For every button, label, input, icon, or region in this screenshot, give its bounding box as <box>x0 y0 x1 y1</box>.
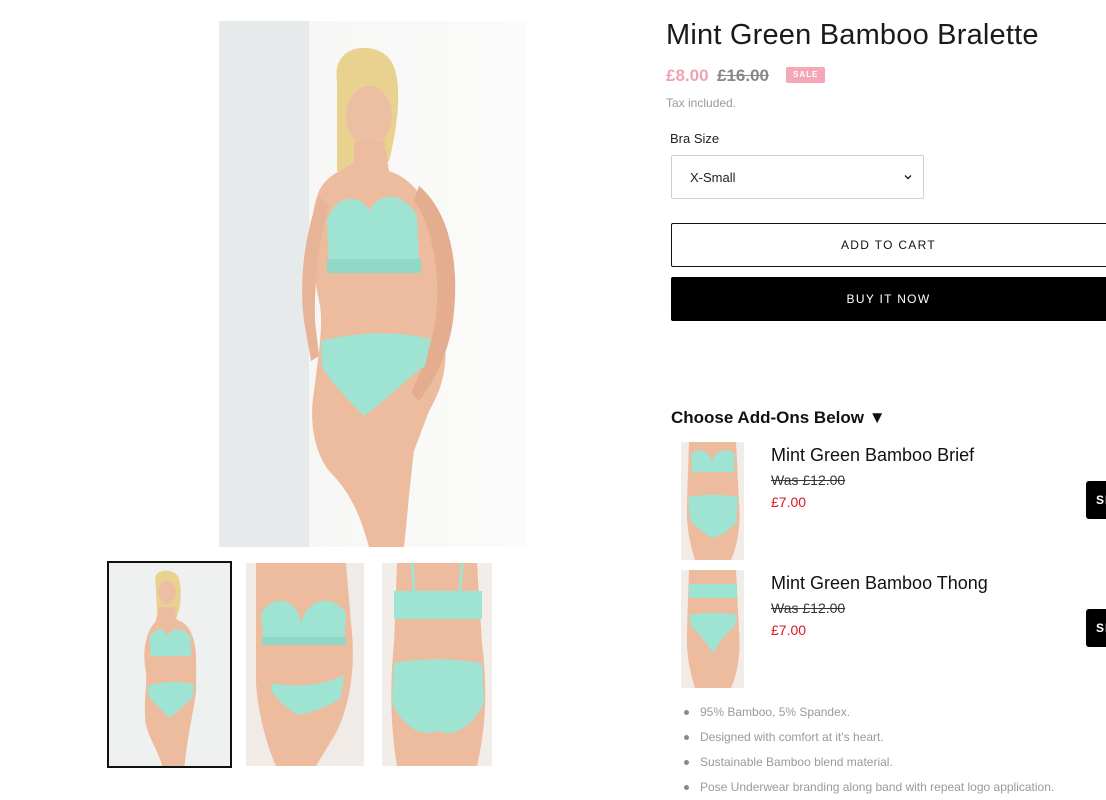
bra-size-select[interactable]: X-Small <box>671 155 924 199</box>
feature-item: Sustainable Bamboo blend material. <box>683 754 1054 779</box>
addon-name[interactable]: Mint Green Bamboo Thong <box>771 573 988 594</box>
addon-name[interactable]: Mint Green Bamboo Brief <box>771 445 974 466</box>
addon-was-price: Was £12.00 <box>771 600 846 616</box>
buy-it-now-button[interactable]: BUY IT NOW <box>671 277 1106 321</box>
sale-price: £8.00 <box>666 66 709 85</box>
main-product-image[interactable] <box>219 21 527 547</box>
feature-item: 95% Bamboo, 5% Spandex. <box>683 704 1054 729</box>
product-title: Mint Green Bamboo Bralette <box>666 19 1039 51</box>
addons-heading: Choose Add-Ons Below ▼ <box>671 408 886 427</box>
thumbnail-full-body[interactable] <box>107 561 232 768</box>
sale-badge: SALE <box>786 67 826 83</box>
feature-list: 95% Bamboo, 5% Spandex. Designed with co… <box>683 704 1054 800</box>
compare-at-price: £16.00 <box>717 66 769 85</box>
bra-size-label: Bra Size <box>670 131 720 146</box>
bra-size-value: X-Small <box>690 170 736 185</box>
addon-image-thong[interactable] <box>681 570 744 688</box>
addon-price: £7.00 <box>771 494 807 510</box>
addon-was-price: Was £12.00 <box>771 472 846 488</box>
feature-item: Pose Underwear branding along band with … <box>683 779 1054 800</box>
feature-item: Designed with comfort at it's heart. <box>683 729 1054 754</box>
add-to-cart-button[interactable]: ADD TO CART <box>671 223 1106 267</box>
addon-select-button[interactable]: SE <box>1086 609 1106 647</box>
chevron-down-icon <box>904 175 912 180</box>
thumbnail-bra-closeup[interactable] <box>246 563 364 766</box>
tax-note: Tax included. <box>666 96 737 110</box>
addon-image-brief[interactable] <box>681 442 744 560</box>
thumbnail-back-view[interactable] <box>382 563 492 766</box>
addon-price: £7.00 <box>771 622 807 638</box>
addon-select-button[interactable]: SE <box>1086 481 1106 519</box>
